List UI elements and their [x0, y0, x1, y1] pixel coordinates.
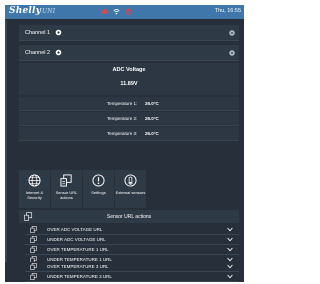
action-doc-icon — [30, 236, 37, 243]
chevron-down-icon[interactable] — [227, 237, 233, 242]
temperature-2-row: Temperature 2: 26.0°C — [19, 112, 239, 126]
tile-sensor-url-actions[interactable]: Sensor URL actions — [51, 170, 82, 208]
channel-1-label: Channel 1 — [25, 30, 51, 36]
sensor-url-actions-title: Sensor URL actions — [106, 214, 152, 220]
cloud-icon — [101, 9, 108, 14]
settings-tiles: Internet & Security Sensor URL actions S… — [19, 170, 239, 208]
action-label: OVER TEMPERATURE 1 URL — [47, 247, 109, 252]
action-label: UNDER ADC VOLTAGE URL — [47, 237, 106, 242]
globe-icon — [28, 174, 41, 187]
app-frame: ShellyUNI Thu, 16:55 Channel 1 Channel 2… — [5, 5, 244, 282]
status-icons — [101, 7, 132, 16]
temperature-3-row: Temperature 3: 26.0°C — [19, 127, 239, 141]
clock-text: Thu, 16:55 — [214, 8, 241, 14]
chevron-down-icon[interactable] — [227, 247, 233, 252]
action-doc-icon — [30, 263, 37, 270]
channel-2-row[interactable]: Channel 2 — [19, 45, 239, 61]
wifi-icon — [113, 8, 120, 15]
channel-1-expand-icon[interactable] — [229, 30, 235, 36]
top-bar: ShellyUNI Thu, 16:55 — [5, 5, 244, 19]
chevron-down-icon[interactable] — [227, 227, 233, 232]
action-label: OVER TEMPERATURE 3 URL — [47, 264, 109, 269]
temperature-1-value: 26.0°C — [145, 101, 159, 106]
adc-title: ADC Voltage — [112, 67, 146, 73]
temperature-2-value: 26.0°C — [145, 116, 159, 121]
external-sensors-icon — [124, 174, 137, 187]
temperature-2-label: Temperature 2: — [107, 116, 138, 121]
temperature-3-value: 26.0°C — [145, 131, 159, 136]
sensor-url-actions-header: Sensor URL actions — [19, 210, 239, 223]
channel-2-expand-icon[interactable] — [229, 50, 235, 56]
action-over-temperature-1[interactable]: OVER TEMPERATURE 1 URL — [25, 245, 239, 255]
action-over-temperature-3[interactable]: OVER TEMPERATURE 3 URL — [25, 262, 239, 272]
channel-1-gear-icon[interactable] — [55, 29, 62, 36]
tile-internet-security[interactable]: Internet & Security — [19, 170, 50, 208]
temperature-1-label: Temperature 1: — [107, 101, 138, 106]
power-icon — [125, 8, 132, 15]
channel-1-row[interactable]: Channel 1 — [19, 25, 239, 41]
action-doc-icon — [30, 273, 37, 280]
tile-settings[interactable]: Settings — [83, 170, 114, 208]
tile-sensor-url-actions-label: Sensor URL actions — [55, 190, 78, 200]
tile-external-sensors[interactable]: External sensors — [115, 170, 146, 208]
tile-settings-label: Settings — [91, 190, 106, 195]
channel-2-label: Channel 2 — [25, 50, 51, 56]
settings-icon — [92, 174, 105, 187]
temperature-3-label: Temperature 3: — [107, 131, 138, 136]
channel-2-gear-icon[interactable] — [55, 49, 62, 56]
action-under-adc-voltage[interactable]: UNDER ADC VOLTAGE URL — [25, 235, 239, 245]
action-label: OVER ADC VOLTAGE URL — [47, 227, 103, 232]
action-doc-icon — [30, 226, 37, 233]
app-logo: ShellyUNI — [9, 6, 56, 16]
left-scroll-track[interactable] — [5, 20, 7, 282]
chevron-down-icon[interactable] — [227, 274, 233, 279]
temperature-1-row: Temperature 1: 26.0°C — [19, 97, 239, 111]
action-over-adc-voltage[interactable]: OVER ADC VOLTAGE URL — [25, 225, 239, 235]
tile-external-sensors-label: External sensors — [115, 190, 146, 195]
adc-panel: ADC Voltage 11.89V — [19, 63, 239, 95]
adc-value: 11.89V — [120, 81, 138, 87]
action-under-temperature-3[interactable]: UNDER TEMPERATURE 3 URL — [25, 272, 239, 282]
sensor-url-icon — [60, 174, 72, 187]
tile-internet-security-label: Internet & Security — [25, 190, 44, 200]
action-list-tail: OVER TEMPERATURE 3 URL UNDER TEMPERATURE… — [5, 262, 244, 282]
action-doc-icon — [30, 246, 37, 253]
chevron-down-icon[interactable] — [227, 264, 233, 269]
action-label: UNDER TEMPERATURE 3 URL — [47, 274, 112, 279]
